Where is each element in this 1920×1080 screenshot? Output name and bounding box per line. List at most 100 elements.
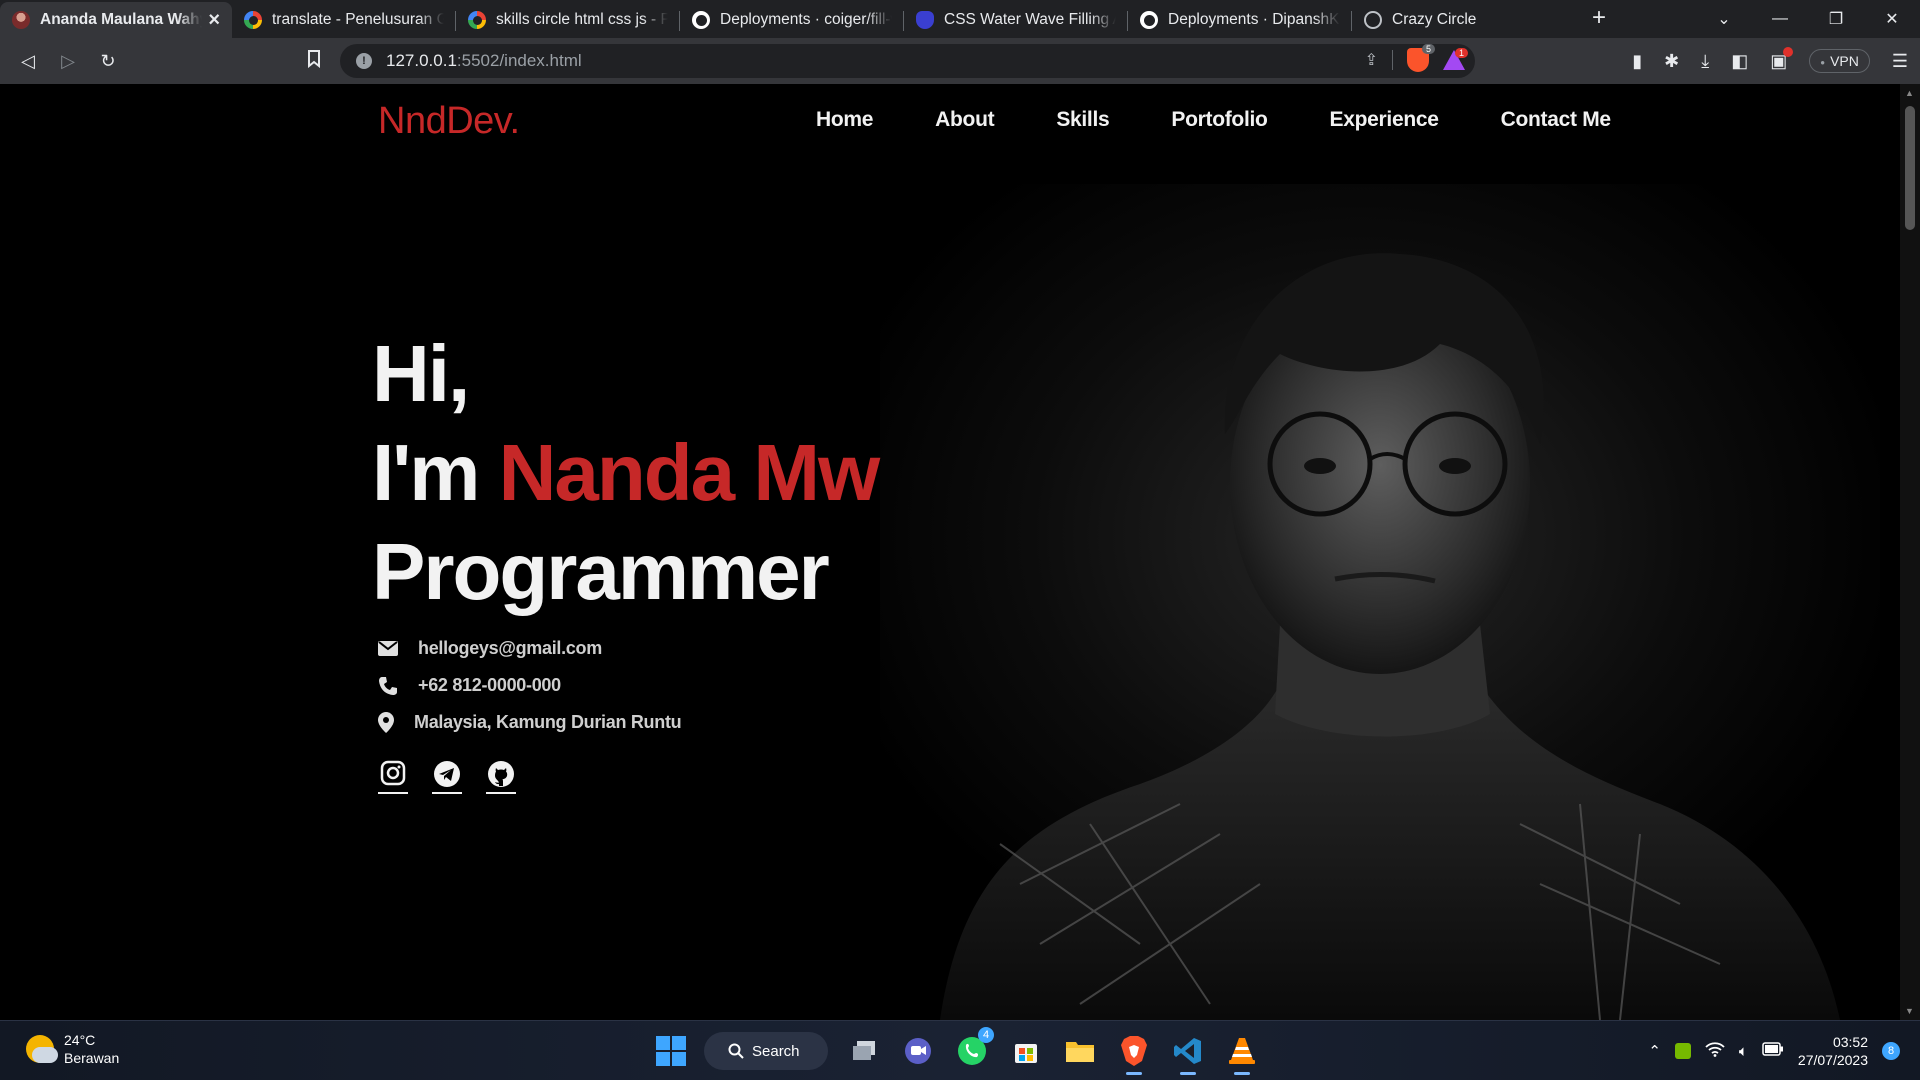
vlc-icon[interactable] bbox=[1224, 1033, 1260, 1075]
back-icon[interactable]: ◁ bbox=[8, 51, 48, 72]
browser-tab[interactable]: Ananda Maulana Wahyudi × bbox=[0, 2, 232, 38]
nav-home[interactable]: Home bbox=[816, 108, 873, 132]
sidebar-icon[interactable]: ◧ bbox=[1731, 51, 1748, 72]
brave-rewards-icon[interactable]: 1 bbox=[1443, 48, 1468, 70]
new-tab-button[interactable]: + bbox=[1592, 4, 1606, 32]
system-tray: ⌃ 🔈︎ 03:52 27/07/2023 8 bbox=[1648, 1029, 1900, 1073]
codepen-favicon-icon bbox=[916, 11, 934, 29]
browser-tab[interactable]: skills circle html css js - Pen bbox=[456, 2, 680, 38]
windows-start-icon[interactable] bbox=[656, 1036, 686, 1066]
social-links bbox=[378, 756, 516, 794]
volume-icon[interactable]: 🔈︎ bbox=[1739, 1043, 1748, 1060]
brave-browser-icon[interactable] bbox=[1116, 1033, 1152, 1075]
browser-tab[interactable]: Deployments · DipanshKhandelwal bbox=[1128, 2, 1352, 38]
hero-line-role: Programmer bbox=[372, 527, 830, 616]
envelope-icon bbox=[378, 638, 418, 660]
forward-icon[interactable]: ▷ bbox=[48, 51, 88, 72]
taskbar-apps: Search 4 bbox=[656, 1027, 1260, 1075]
tab-title: skills circle html css js - Pen bbox=[496, 11, 668, 28]
google-favicon-icon bbox=[244, 11, 262, 29]
tab-title: CSS Water Wave Filling Animation bbox=[944, 11, 1116, 28]
instagram-icon[interactable] bbox=[378, 756, 408, 794]
main-nav: Home About Skills Portofolio Experience … bbox=[816, 108, 1611, 132]
nav-contact-me[interactable]: Contact Me bbox=[1501, 108, 1611, 132]
weather-widget[interactable]: 24°C Berawan bbox=[26, 1031, 119, 1067]
teams-chat-icon[interactable] bbox=[900, 1033, 936, 1069]
browser-tab[interactable]: CSS Water Wave Filling Animation bbox=[904, 2, 1128, 38]
phone-text[interactable]: +62 812-0000-000 bbox=[418, 675, 561, 696]
browser-tab[interactable]: Crazy Circle bbox=[1352, 2, 1576, 38]
search-icon bbox=[728, 1043, 744, 1059]
system-clock[interactable]: 03:52 27/07/2023 bbox=[1798, 1033, 1868, 1069]
reading-list-icon[interactable]: ▮ bbox=[1632, 51, 1642, 72]
site-logo[interactable]: NndDev. bbox=[378, 100, 520, 143]
bookmark-icon[interactable] bbox=[294, 49, 334, 73]
site-info-icon[interactable]: ! bbox=[356, 53, 372, 69]
os-taskbar: 24°C Berawan Search 4 ⌃ 🔈︎ 03:52 27/07/2… bbox=[0, 1020, 1920, 1080]
github-icon[interactable] bbox=[486, 756, 516, 794]
github-favicon-icon bbox=[692, 11, 710, 29]
telegram-icon[interactable] bbox=[432, 756, 462, 794]
wallet-icon[interactable]: ▣ bbox=[1770, 46, 1794, 72]
page-scrollbar[interactable]: ▲ ▼ bbox=[1900, 84, 1920, 1020]
scroll-down-icon[interactable]: ▼ bbox=[1905, 1006, 1914, 1016]
nav-portofolio[interactable]: Portofolio bbox=[1171, 108, 1267, 132]
browser-tab[interactable]: translate - Penelusuran Google bbox=[232, 2, 456, 38]
nvidia-icon[interactable] bbox=[1674, 1043, 1691, 1059]
minimize-button[interactable]: — bbox=[1752, 10, 1808, 28]
address-bar[interactable]: ! 127.0.0.1:5502/index.html ⇪ 5 1 bbox=[340, 44, 1475, 78]
weather-temperature: 24°C bbox=[64, 1032, 96, 1048]
tab-title: translate - Penelusuran Google bbox=[272, 11, 444, 28]
clock-time: 03:52 bbox=[1832, 1034, 1868, 1050]
phone-icon bbox=[378, 675, 418, 697]
wifi-icon[interactable] bbox=[1705, 1041, 1725, 1061]
vscode-icon[interactable] bbox=[1170, 1033, 1206, 1075]
contact-email: hellogeys@gmail.com bbox=[378, 630, 681, 667]
browser-tab[interactable]: Deployments · coiger/fill-water bbox=[680, 2, 904, 38]
tab-title: Deployments · DipanshKhandelwal bbox=[1168, 11, 1340, 28]
nav-about[interactable]: About bbox=[935, 108, 994, 132]
vpn-button[interactable]: VPN bbox=[1809, 49, 1870, 73]
close-window-button[interactable]: ✕ bbox=[1864, 9, 1920, 29]
close-tab-icon[interactable]: × bbox=[208, 9, 220, 32]
menu-icon[interactable]: ☰ bbox=[1892, 51, 1908, 72]
nav-skills[interactable]: Skills bbox=[1056, 108, 1109, 132]
downloads-icon[interactable]: ⤓ bbox=[1701, 51, 1709, 72]
scrollbar-thumb[interactable] bbox=[1905, 106, 1915, 230]
task-view-icon[interactable] bbox=[846, 1033, 882, 1069]
tab-title: Crazy Circle bbox=[1392, 11, 1477, 28]
taskbar-search-button[interactable]: Search bbox=[704, 1032, 828, 1070]
scroll-up-icon[interactable]: ▲ bbox=[1905, 88, 1914, 98]
nav-experience[interactable]: Experience bbox=[1330, 108, 1439, 132]
page-viewport: NndDev. Home About Skills Portofolio Exp… bbox=[0, 84, 1900, 1020]
email-text[interactable]: hellogeys@gmail.com bbox=[418, 638, 602, 659]
tab-title: Ananda Maulana Wahyudi bbox=[40, 11, 202, 28]
whatsapp-badge: 4 bbox=[978, 1027, 994, 1043]
hero-portrait-image bbox=[880, 184, 1880, 1020]
whatsapp-icon[interactable]: 4 bbox=[954, 1027, 994, 1069]
hero-name: Nanda Mw bbox=[498, 428, 881, 517]
microsoft-store-icon[interactable] bbox=[1008, 1033, 1044, 1069]
chevron-up-icon[interactable]: ⌃ bbox=[1648, 1042, 1661, 1060]
file-explorer-icon[interactable] bbox=[1062, 1033, 1098, 1069]
search-label: Search bbox=[752, 1042, 800, 1060]
brave-shield-icon[interactable]: 5 bbox=[1407, 44, 1435, 72]
google-favicon-icon bbox=[468, 11, 486, 29]
reload-icon[interactable]: ↻ bbox=[88, 51, 128, 72]
location-text: Malaysia, Kamung Durian Runtu bbox=[414, 712, 682, 732]
tab-search-icon[interactable]: ⌄ bbox=[1696, 9, 1752, 29]
extensions-icon[interactable]: ✱ bbox=[1664, 51, 1679, 72]
contact-phone: +62 812-0000-000 bbox=[378, 667, 681, 704]
share-icon[interactable]: ⇪ bbox=[1365, 50, 1378, 70]
tab-title: Deployments · coiger/fill-water bbox=[720, 11, 892, 28]
hero-line-hi: Hi, bbox=[372, 329, 470, 418]
url-text[interactable]: 127.0.0.1:5502/index.html bbox=[386, 51, 582, 71]
weather-description: Berawan bbox=[64, 1050, 120, 1066]
browser-tab-strip: Ananda Maulana Wahyudi × translate - Pen… bbox=[0, 0, 1920, 38]
battery-icon[interactable] bbox=[1762, 1042, 1784, 1060]
notification-badge[interactable]: 8 bbox=[1882, 1042, 1900, 1060]
hero-heading: Hi, I'm Nanda Mw Programmer bbox=[372, 324, 881, 621]
contact-list: hellogeys@gmail.com +62 812-0000-000 Mal… bbox=[378, 630, 682, 741]
restore-button[interactable]: ❐ bbox=[1808, 9, 1864, 29]
browser-toolbar: ◁ ▷ ↻ ! 127.0.0.1:5502/index.html ⇪ 5 1 … bbox=[0, 38, 1920, 84]
